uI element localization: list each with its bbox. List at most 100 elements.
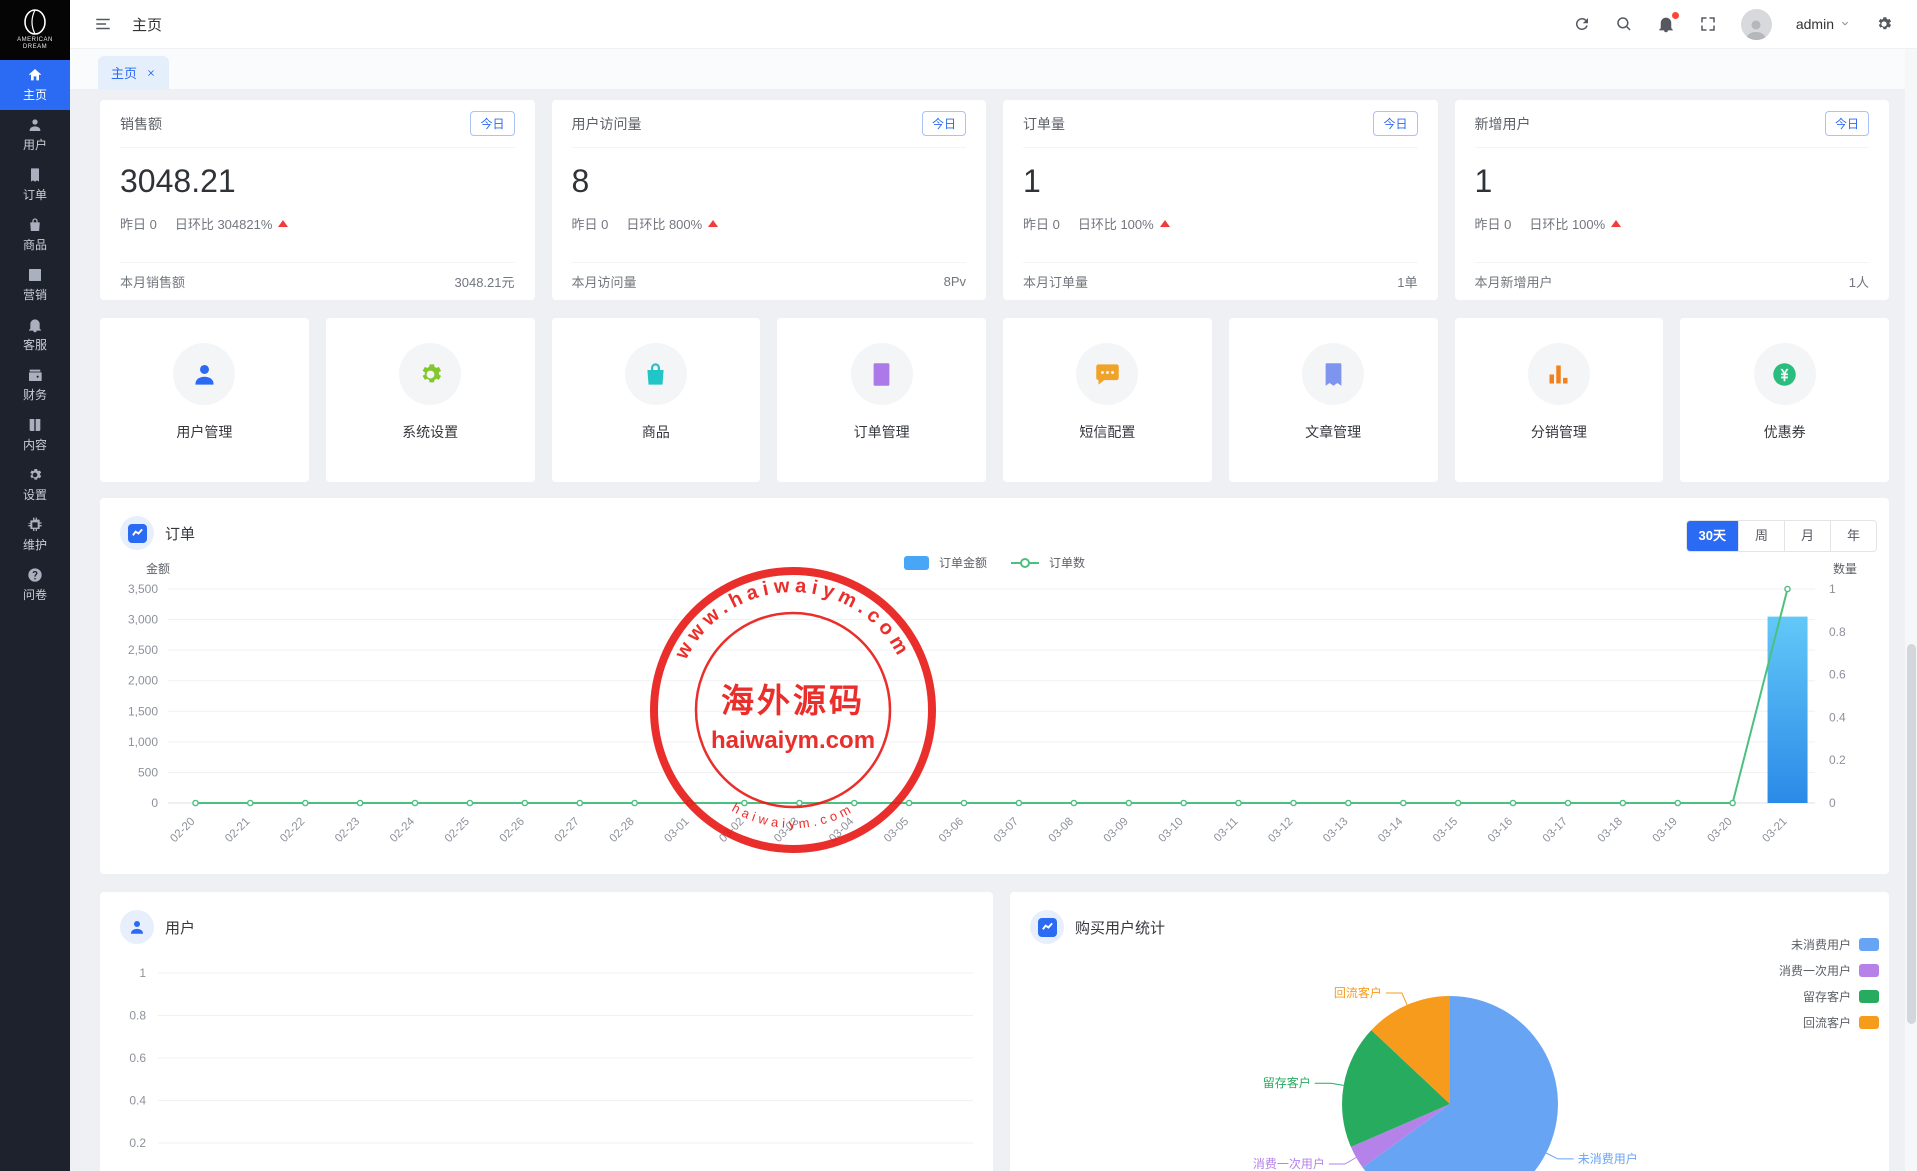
svg-text:03-03: 03-03 <box>772 816 801 845</box>
today-badge[interactable]: 今日 <box>922 111 966 136</box>
purchase-pie-chart[interactable]: 未消费用户消费一次用户留存客户回流客户 <box>1010 892 1889 1171</box>
quick-action-4[interactable]: 短信配置 <box>1003 318 1212 482</box>
coupon-icon <box>1771 361 1798 388</box>
sidebar-item-content[interactable]: 内容 <box>0 410 70 460</box>
svg-text:03-17: 03-17 <box>1541 816 1570 845</box>
question-icon <box>27 567 43 583</box>
today-badge[interactable]: 今日 <box>470 111 514 136</box>
svg-text:02-23: 02-23 <box>333 816 362 845</box>
today-badge[interactable]: 今日 <box>1373 111 1417 136</box>
pie-legend-item[interactable]: 消费一次用户 <box>1779 962 1879 979</box>
svg-text:03-13: 03-13 <box>1321 816 1350 845</box>
svg-text:3,500: 3,500 <box>128 582 158 596</box>
tab-bar: 主页 <box>70 49 1917 90</box>
sidebar-item-marketing[interactable]: 营销 <box>0 260 70 310</box>
legend-bar-swatch[interactable] <box>904 556 929 570</box>
svg-text:0.2: 0.2 <box>129 1136 146 1150</box>
quick-action-1[interactable]: 系统设置 <box>326 318 535 482</box>
sidebar-item-survey[interactable]: 问卷 <box>0 560 70 610</box>
notification-bell-icon[interactable] <box>1657 15 1675 33</box>
svg-text:2,000: 2,000 <box>128 674 158 688</box>
svg-text:02-28: 02-28 <box>607 816 636 845</box>
legend-label: 订单数 <box>1049 554 1085 571</box>
svg-text:0.2: 0.2 <box>1829 753 1846 767</box>
svg-text:02-22: 02-22 <box>278 816 307 845</box>
quick-action-label: 分销管理 <box>1531 422 1587 442</box>
top-header: 主页 admin <box>70 0 1917 49</box>
pie-legend-swatch <box>1859 964 1879 977</box>
period-button-30天[interactable]: 30天 <box>1687 521 1738 551</box>
brand-line1: AMERICAN <box>17 37 53 43</box>
chat-icon <box>1094 361 1121 388</box>
fullscreen-icon[interactable] <box>1699 15 1717 33</box>
period-button-月[interactable]: 月 <box>1784 521 1830 551</box>
scrollbar-track[interactable] <box>1905 49 1917 1171</box>
period-switcher: 30天周月年 <box>1686 520 1877 552</box>
svg-text:03-18: 03-18 <box>1596 816 1625 845</box>
pie-legend-item[interactable]: 未消费用户 <box>1779 936 1879 953</box>
sidebar-item-finance[interactable]: 财务 <box>0 360 70 410</box>
svg-text:03-07: 03-07 <box>992 816 1021 845</box>
svg-text:未消费用户: 未消费用户 <box>1578 1151 1638 1166</box>
chip-icon <box>27 517 43 533</box>
order-chart[interactable]: 3,5003,0002,5002,0001,5001,000500010.80.… <box>100 582 1889 870</box>
sidebar-item-home[interactable]: 主页 <box>0 60 70 110</box>
user-menu[interactable]: admin <box>1796 16 1851 32</box>
stat-footer-value: 3048.21元 <box>455 272 515 291</box>
svg-text:03-09: 03-09 <box>1102 816 1131 845</box>
pie-legend-item[interactable]: 回流客户 <box>1779 1014 1879 1031</box>
period-button-周[interactable]: 周 <box>1738 521 1784 551</box>
avatar[interactable] <box>1741 9 1772 40</box>
hamburger-icon[interactable] <box>94 15 112 33</box>
brand-logo-icon <box>23 9 47 35</box>
stat-footer-value: 1人 <box>1849 272 1869 291</box>
sidebar-item-maintain[interactable]: 维护 <box>0 510 70 560</box>
period-button-年[interactable]: 年 <box>1830 521 1876 551</box>
tab-label: 主页 <box>111 63 137 82</box>
pie-legend-label: 回流客户 <box>1803 1014 1851 1031</box>
username: admin <box>1796 16 1834 32</box>
user-panel-icon <box>120 910 154 944</box>
sidebar-item-service[interactable]: 客服 <box>0 310 70 360</box>
svg-text:02-27: 02-27 <box>553 816 582 845</box>
svg-text:02-24: 02-24 <box>388 815 418 845</box>
breadcrumb[interactable]: 主页 <box>132 14 162 35</box>
sidebar-item-settings[interactable]: 设置 <box>0 460 70 510</box>
gear-icon <box>27 467 43 483</box>
svg-text:03-04: 03-04 <box>827 815 857 845</box>
user-chart[interactable]: 10.80.60.40.2 <box>100 952 993 1171</box>
tab-home[interactable]: 主页 <box>98 56 169 89</box>
stat-title: 订单量 <box>1023 114 1065 134</box>
quick-action-3[interactable]: 订单管理 <box>777 318 986 482</box>
quick-action-label: 优惠券 <box>1764 422 1806 442</box>
up-triangle-icon <box>1611 220 1621 227</box>
quick-action-7[interactable]: 优惠券 <box>1680 318 1889 482</box>
quick-action-2[interactable]: 商品 <box>552 318 761 482</box>
stat-card-1: 用户访问量今日8昨日 0日环比 800%本月访问量8Pv <box>552 100 987 300</box>
quick-action-5[interactable]: 文章管理 <box>1229 318 1438 482</box>
legend-line-swatch[interactable] <box>1011 562 1039 564</box>
svg-text:03-05: 03-05 <box>882 816 911 845</box>
quick-action-6[interactable]: 分销管理 <box>1455 318 1664 482</box>
stat-compare: 昨日 0日环比 800% <box>572 214 967 233</box>
svg-text:03-16: 03-16 <box>1486 816 1515 845</box>
svg-text:500: 500 <box>138 765 158 779</box>
sidebar-item-users[interactable]: 用户 <box>0 110 70 160</box>
refresh-icon[interactable] <box>1573 15 1591 33</box>
search-icon[interactable] <box>1615 15 1633 33</box>
svg-text:02-26: 02-26 <box>498 816 527 845</box>
brand-logo[interactable]: AMERICAN DREAM <box>0 0 70 60</box>
sidebar-item-goods[interactable]: 商品 <box>0 210 70 260</box>
brand-line2: DREAM <box>23 44 47 50</box>
svg-text:0.8: 0.8 <box>1829 625 1846 639</box>
settings-gear-icon[interactable] <box>1875 15 1893 33</box>
goods-icon <box>27 217 43 233</box>
today-badge[interactable]: 今日 <box>1825 111 1869 136</box>
quick-action-0[interactable]: 用户管理 <box>100 318 309 482</box>
tab-close-icon[interactable] <box>146 68 156 78</box>
pie-legend-item[interactable]: 留存客户 <box>1779 988 1879 1005</box>
svg-text:1: 1 <box>139 966 146 980</box>
pie-legend-label: 留存客户 <box>1803 988 1851 1005</box>
scrollbar-thumb[interactable] <box>1907 644 1916 1024</box>
sidebar-item-orders[interactable]: 订单 <box>0 160 70 210</box>
